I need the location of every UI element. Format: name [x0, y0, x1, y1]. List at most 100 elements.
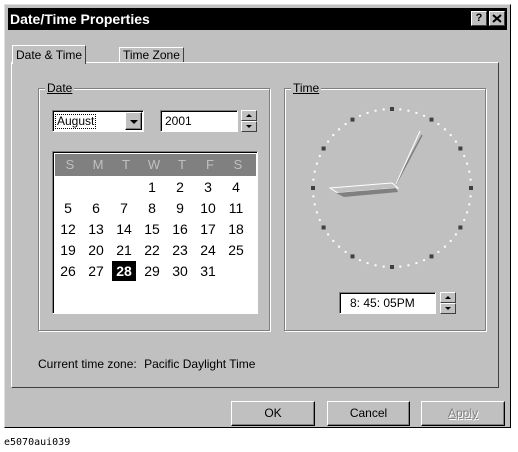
- clock-minute-mark: [466, 162, 469, 165]
- calendar-day[interactable]: 31: [196, 261, 220, 281]
- minute-hand: [395, 134, 423, 185]
- clock-minute-mark: [344, 250, 347, 253]
- clock-minute-mark: [415, 262, 418, 265]
- weekday-fri: F: [206, 157, 214, 172]
- date-group-label: Date: [45, 81, 75, 95]
- clock-minute-mark: [338, 245, 341, 248]
- ok-button[interactable]: OK: [231, 401, 315, 426]
- clock-minute-mark: [374, 264, 377, 267]
- calendar-day[interactable]: 6: [84, 198, 108, 218]
- cancel-button[interactable]: Cancel: [327, 401, 410, 426]
- clock-hour-mark: [321, 146, 326, 151]
- clock-minute-mark: [358, 259, 361, 262]
- calendar-day[interactable]: 24: [196, 240, 220, 260]
- calendar-day-selected[interactable]: 28: [112, 261, 136, 281]
- down-arrow-icon: [445, 307, 451, 310]
- calendar-day[interactable]: 23: [168, 240, 192, 260]
- clock-minute-mark: [366, 111, 369, 114]
- calendar-day[interactable]: 7: [112, 198, 136, 218]
- clock-minute-mark: [463, 219, 466, 222]
- weekday-wed: W: [147, 157, 161, 172]
- year-field[interactable]: 2001: [160, 110, 238, 132]
- weekday-tue: T: [122, 157, 130, 172]
- calendar-day[interactable]: 4: [224, 177, 248, 197]
- month-dropdown[interactable]: August: [52, 110, 144, 132]
- clock-minute-mark: [315, 162, 318, 165]
- time-spinner[interactable]: [440, 292, 456, 314]
- clock-hour-mark: [429, 254, 434, 259]
- calendar-day[interactable]: 26: [56, 261, 80, 281]
- clock-hour-mark: [469, 186, 473, 190]
- tab-date-time[interactable]: Date & Time: [12, 45, 87, 64]
- clock-minute-mark: [443, 128, 446, 131]
- clock-minute-mark: [312, 195, 315, 198]
- calendar-day[interactable]: 8: [140, 198, 164, 218]
- calendar-day[interactable]: 2: [168, 177, 192, 197]
- calendar-day[interactable]: 11: [224, 198, 248, 218]
- cancel-label: Cancel: [349, 406, 388, 420]
- close-button[interactable]: [489, 11, 505, 26]
- clock-minute-mark: [338, 128, 341, 131]
- year-down-button[interactable]: [241, 121, 257, 132]
- time-down-button[interactable]: [440, 303, 456, 314]
- clock-minute-mark: [407, 264, 410, 267]
- apply-button[interactable]: Apply: [421, 401, 505, 426]
- calendar-day[interactable]: 29: [140, 261, 164, 281]
- tab-time-zone-label: Time Zone: [123, 48, 180, 62]
- clock-minute-mark: [399, 108, 402, 111]
- clock-hour-mark: [429, 117, 434, 122]
- calendar[interactable]: S M T W T F S 1 2 3 4 5 6 7 8 9 10 11 12 13 14 15 16 17 1…: [52, 151, 258, 314]
- clock-minute-mark: [399, 265, 402, 268]
- calendar-day[interactable]: 13: [84, 219, 108, 239]
- calendar-day[interactable]: 19: [56, 240, 80, 260]
- clock-minute-mark: [449, 134, 452, 137]
- analog-clock: [311, 107, 473, 269]
- clock-minute-mark: [318, 154, 321, 157]
- time-zone-value: Pacific Daylight Time: [144, 357, 256, 371]
- calendar-day[interactable]: 5: [56, 198, 80, 218]
- time-up-button[interactable]: [440, 292, 456, 303]
- calendar-day[interactable]: 14: [112, 219, 136, 239]
- clock-minute-mark: [454, 140, 457, 143]
- year-value: 2001: [165, 114, 192, 128]
- calendar-day[interactable]: 16: [168, 219, 192, 239]
- ok-label: OK: [264, 406, 282, 420]
- clock-minute-mark: [463, 154, 466, 157]
- calendar-day[interactable]: 15: [140, 219, 164, 239]
- tab-date-time-label: Date & Time: [16, 48, 83, 62]
- calendar-day[interactable]: 10: [196, 198, 220, 218]
- calendar-day[interactable]: 3: [196, 177, 220, 197]
- calendar-day[interactable]: 12: [56, 219, 80, 239]
- down-arrow-icon: [246, 125, 252, 128]
- time-group-label: Time: [291, 81, 322, 95]
- clock-hour-mark: [458, 225, 463, 230]
- help-button[interactable]: ?: [471, 11, 487, 26]
- weekday-sat: S: [233, 157, 243, 172]
- chevron-down-icon: [130, 120, 138, 124]
- calendar-header: S M T W T F S: [55, 154, 256, 176]
- year-up-button[interactable]: [241, 110, 257, 121]
- weekday-thu: T: [178, 157, 186, 172]
- calendar-day[interactable]: 30: [168, 261, 192, 281]
- clock-minute-mark: [423, 259, 426, 262]
- year-spinner[interactable]: [241, 110, 257, 132]
- clock-minute-mark: [415, 111, 418, 114]
- calendar-day[interactable]: 18: [224, 219, 248, 239]
- calendar-day[interactable]: 9: [168, 198, 192, 218]
- tab-time-zone[interactable]: Time Zone: [119, 47, 184, 63]
- calendar-day[interactable]: 20: [84, 240, 108, 260]
- time-field[interactable]: 8: 45: 05PM: [339, 292, 436, 314]
- calendar-day[interactable]: 25: [224, 240, 248, 260]
- calendar-day[interactable]: 17: [196, 219, 220, 239]
- title-bar[interactable]: Date/Time Properties ?: [8, 8, 507, 30]
- clock-hour-mark: [350, 117, 355, 122]
- calendar-day[interactable]: 21: [112, 240, 136, 260]
- clock-minute-mark: [443, 245, 446, 248]
- apply-label: Apply: [447, 406, 479, 420]
- clock-minute-mark: [454, 233, 457, 236]
- clock-minute-mark: [358, 114, 361, 117]
- calendar-day[interactable]: 1: [140, 177, 164, 197]
- calendar-day[interactable]: 27: [84, 261, 108, 281]
- month-dropdown-button[interactable]: [125, 112, 142, 130]
- calendar-day[interactable]: 22: [140, 240, 164, 260]
